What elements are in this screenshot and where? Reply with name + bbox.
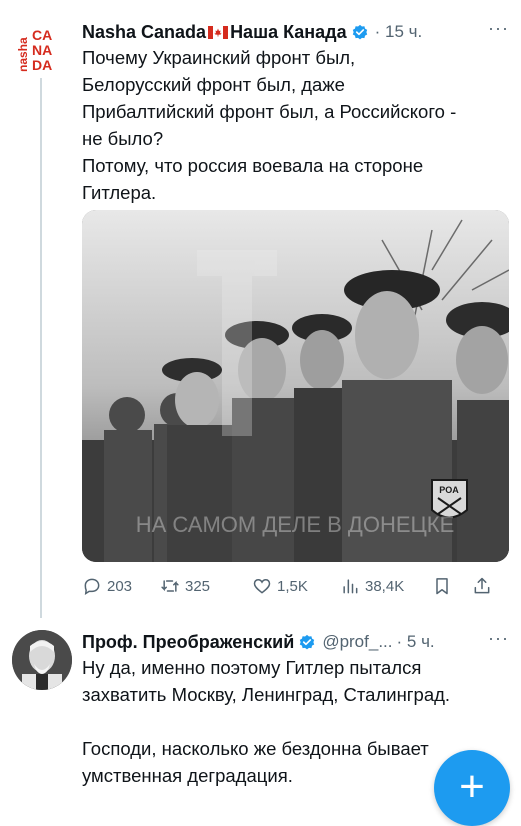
- reply-author-avatar[interactable]: [12, 630, 72, 690]
- heart-icon: [253, 578, 271, 594]
- verified-badge-icon: [352, 24, 367, 40]
- thread-line: [40, 78, 42, 618]
- canada-flag-icon: [208, 25, 229, 39]
- reply-button[interactable]: 203: [82, 576, 160, 596]
- bookmark-button[interactable]: [432, 576, 472, 596]
- tweet-photo[interactable]: POA НА САМОМ ДЕЛЕ В ДОНЕЦКЕ: [82, 210, 509, 562]
- verified-badge-icon: [300, 634, 315, 650]
- views-count: 38,4K: [365, 577, 405, 595]
- bookmark-icon: [436, 578, 448, 595]
- tweet-text-line: не было?: [82, 128, 164, 149]
- reply-text-line: Ну да, именно поэтому Гитлер пытался: [82, 657, 422, 678]
- tweet-text-line: Гитлера.: [82, 182, 157, 203]
- logo-text-na: NA: [32, 42, 52, 58]
- reply-header: Проф. Преображенский @prof_... · 5 ч.: [82, 628, 511, 656]
- share-icon: [474, 577, 490, 594]
- logo-text-da: DA: [32, 57, 52, 73]
- like-count: 1,5K: [277, 577, 308, 595]
- retweet-button[interactable]: 325: [160, 576, 252, 596]
- photo-watermark-text: НА САМОМ ДЕЛЕ В ДОНЕЦКЕ: [136, 512, 455, 537]
- tweet-text-line: Белорусский фронт был, даже: [82, 74, 345, 95]
- tweet-header: Nasha Canada Наша Канада · 15 ч.: [82, 18, 511, 46]
- tweet-text-line: Потому, что россия воевала на стороне: [82, 155, 424, 176]
- author-avatar[interactable]: nasha CA NA DA: [12, 22, 68, 78]
- soldiers-photo: POA НА САМОМ ДЕЛЕ В ДОНЕЦКЕ: [82, 210, 509, 562]
- author-name[interactable]: Nasha Canada: [82, 22, 206, 43]
- more-options-icon[interactable]: ···: [488, 18, 509, 39]
- reply-handle[interactable]: @prof_...: [322, 632, 392, 652]
- tweet-actions: 203 325 1,5K 38,4K: [82, 574, 512, 598]
- professor-portrait: [12, 630, 72, 690]
- views-icon: [343, 579, 358, 594]
- author-name-ru[interactable]: Наша Канада: [230, 22, 347, 43]
- reply-author-name[interactable]: Проф. Преображенский: [82, 632, 294, 653]
- tweet-time-value: 15 ч.: [385, 22, 423, 41]
- reply-time[interactable]: · 5 ч.: [397, 632, 435, 652]
- retweet-count: 325: [185, 577, 211, 595]
- share-button[interactable]: [472, 576, 502, 596]
- reply-icon: [84, 578, 100, 595]
- reply-text-spacer: [82, 708, 512, 735]
- logo-text-nasha: nasha: [16, 37, 30, 72]
- tweet-text: Почему Украинский фронт был, Белорусский…: [82, 44, 512, 206]
- retweet-icon: [161, 580, 179, 592]
- tweet-text-line: Почему Украинский фронт был,: [82, 47, 356, 68]
- views-button[interactable]: 38,4K: [340, 576, 432, 596]
- logo-text-ca: CA: [32, 27, 52, 43]
- compose-fab-button[interactable]: +: [434, 750, 510, 826]
- reply-count: 203: [107, 577, 133, 595]
- tweet-time[interactable]: · 15 ч.: [375, 22, 423, 42]
- nasha-canada-logo: nasha CA NA DA: [12, 22, 68, 78]
- reply-time-value: 5 ч.: [406, 632, 435, 651]
- patch-text: POA: [439, 485, 459, 495]
- tweet-text-line: Прибалтийский фронт был, а Российского -: [82, 101, 457, 122]
- reply-more-options-icon[interactable]: ···: [488, 628, 509, 649]
- reply-text-line: захватить Москву, Ленинград, Сталинград.: [82, 684, 451, 705]
- like-button[interactable]: 1,5K: [252, 576, 340, 596]
